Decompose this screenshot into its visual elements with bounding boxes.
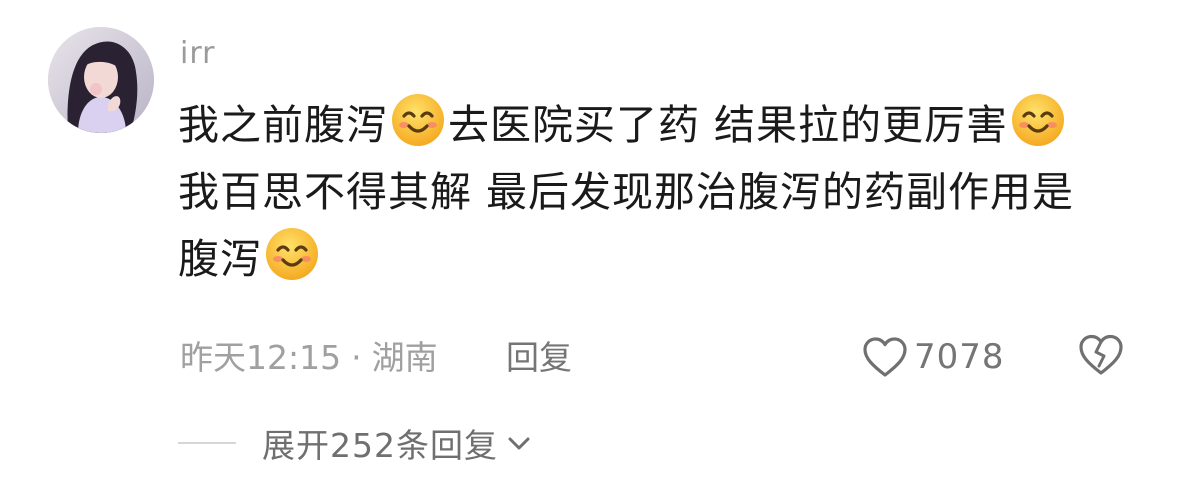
comment-item: irr 我之前腹泻 去医院买了药 结果拉的更厉害 我百思不得其解 最后发现那治腹… [0, 0, 1179, 492]
smiling-face-emoji-icon [392, 94, 444, 146]
comment-text-segment: 去医院买了药 结果拉的更厉害 [448, 101, 1009, 149]
location: 湖南 [371, 338, 438, 377]
reply-button[interactable]: 回复 [506, 338, 572, 378]
dislike-button[interactable] [1077, 332, 1125, 382]
username[interactable]: irr [180, 34, 215, 74]
comment-text-segment: 我之前腹泻 [178, 101, 388, 149]
comment-meta: 昨天12:15 · 湖南 [180, 338, 438, 378]
heart-outline-icon [863, 337, 907, 377]
avatar-image [48, 27, 154, 133]
broken-heart-icon [1079, 334, 1123, 375]
timestamp: 昨天12:15 [180, 338, 342, 377]
smiling-face-emoji-icon [1012, 94, 1065, 146]
comment-text-segment: 腹泻 [178, 235, 262, 283]
like-count: 7078 [914, 337, 1005, 377]
expand-replies-button[interactable]: 展开252条回复 [178, 420, 532, 466]
comment-line-2: 我百思不得其解 最后发现那治腹泻的药副作用是 [178, 168, 1075, 216]
smiling-face-emoji-icon [266, 228, 318, 280]
avatar[interactable] [48, 27, 154, 133]
comment-line-3: 腹泻 [178, 226, 1138, 293]
comment-line-1: 我之前腹泻 去医院买了药 结果拉的更厉害 [178, 92, 1138, 159]
like-button[interactable]: 7078 [862, 332, 1005, 382]
divider-line [178, 442, 236, 444]
expand-replies-label: 展开252条回复 [262, 426, 498, 465]
comment-text: 我之前腹泻 去医院买了药 结果拉的更厉害 我百思不得其解 最后发现那治腹泻的药副… [178, 92, 1138, 293]
chevron-down-icon [508, 437, 530, 450]
meta-separator: · [351, 338, 362, 377]
